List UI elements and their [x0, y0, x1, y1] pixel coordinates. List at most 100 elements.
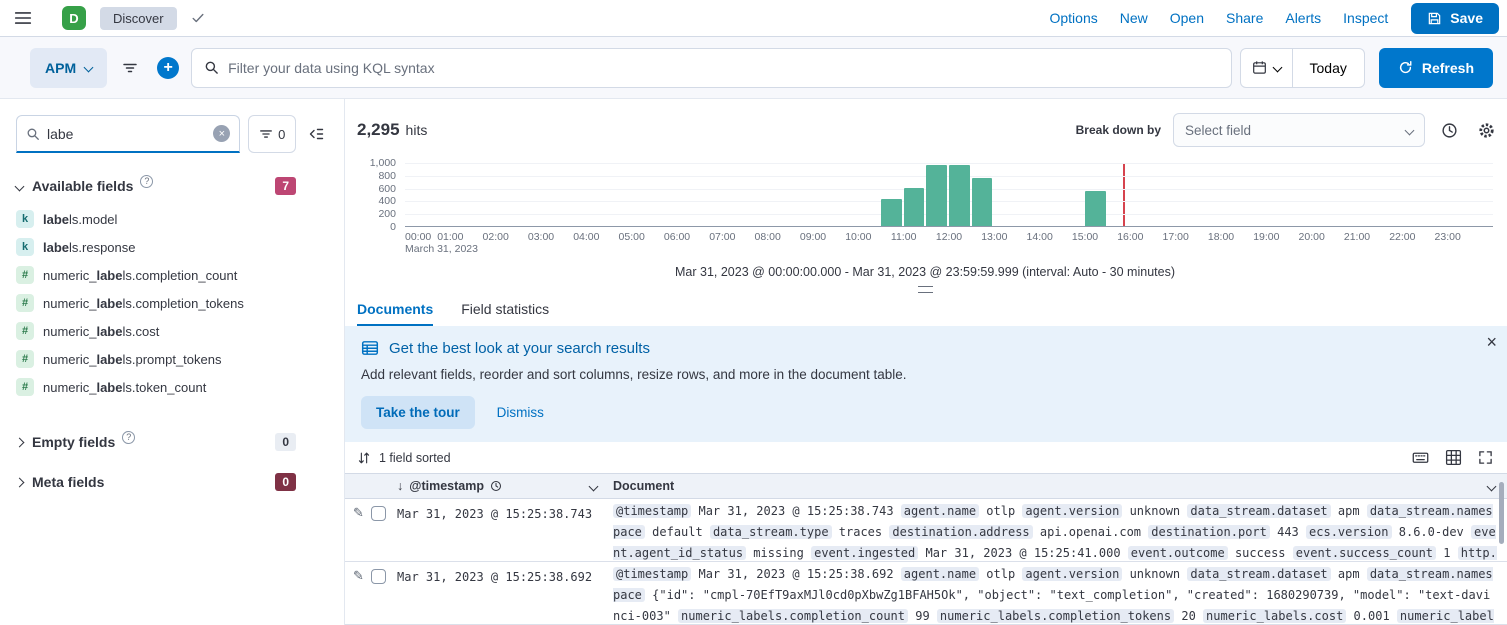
- row-controls: ✎: [345, 499, 397, 561]
- field-item-prompt-tokens[interactable]: # numeric_labels.prompt_tokens: [16, 345, 328, 373]
- field-item-completion-tokens[interactable]: # numeric_labels.completion_tokens: [16, 289, 328, 317]
- add-filter-button[interactable]: +: [153, 48, 183, 88]
- number-field-icon: #: [16, 294, 34, 312]
- filter-lines-icon: [122, 60, 138, 76]
- field-name-chip: @timestamp: [613, 504, 691, 518]
- histogram-plot[interactable]: [405, 163, 1493, 227]
- chart-history-button[interactable]: [1437, 118, 1462, 143]
- timestamp-column-header[interactable]: ↓ @timestamp: [397, 479, 605, 493]
- date-range-button[interactable]: Today: [1293, 49, 1364, 87]
- refresh-button[interactable]: Refresh: [1379, 48, 1493, 88]
- empty-fields-section[interactable]: Empty fields ? 0: [16, 433, 328, 451]
- field-filters-button[interactable]: 0: [248, 115, 296, 153]
- hamburger-menu-button[interactable]: [8, 0, 38, 38]
- meta-fields-section[interactable]: Meta fields 0: [16, 473, 328, 491]
- number-field-icon: #: [16, 350, 34, 368]
- section-label: Available fields: [32, 178, 133, 194]
- column-actions-chevron-icon[interactable]: [1487, 481, 1497, 491]
- x-axis-tick-label: 07:00: [709, 231, 735, 243]
- breakdown-field-select[interactable]: Select field: [1173, 113, 1425, 147]
- x-axis-tick-label: 10:00: [845, 231, 871, 243]
- row-checkbox[interactable]: [371, 506, 386, 521]
- field-search-input[interactable]: [47, 126, 206, 142]
- nav-link-inspect[interactable]: Inspect: [1343, 10, 1388, 26]
- document-row[interactable]: ✎ Mar 31, 2023 @ 15:25:38.692 @timestamp…: [345, 562, 1507, 625]
- field-item-labels-response[interactable]: k labels.response: [16, 233, 328, 261]
- clear-search-button[interactable]: ×: [213, 125, 230, 142]
- collapse-sidebar-button[interactable]: [304, 122, 328, 146]
- timestamp-cell: Mar 31, 2023 @ 15:25:38.743: [397, 499, 605, 561]
- kql-search-input[interactable]: [228, 60, 1218, 76]
- tab-field-statistics[interactable]: Field statistics: [461, 301, 549, 326]
- histogram-bar[interactable]: [881, 199, 902, 226]
- saved-query-menu-button[interactable]: [115, 48, 145, 88]
- result-tabs: Documents Field statistics: [345, 293, 1507, 326]
- fullscreen-button[interactable]: [1478, 450, 1493, 465]
- field-value: unknown: [1130, 567, 1181, 581]
- empty-fields-count-badge: 0: [275, 433, 296, 451]
- field-value: unknown: [1130, 504, 1181, 518]
- nav-link-options[interactable]: Options: [1049, 10, 1097, 26]
- x-axis-tick-label: 20:00: [1299, 231, 1325, 243]
- field-value: 0.001: [1354, 609, 1390, 623]
- nav-link-open[interactable]: Open: [1170, 10, 1204, 26]
- document-column-header[interactable]: Document: [605, 479, 1507, 493]
- data-view-picker[interactable]: APM: [30, 48, 107, 88]
- hits-label: hits: [406, 122, 428, 138]
- field-name-chip: data_stream.dataset: [1187, 567, 1330, 581]
- collapse-panel-icon: [308, 126, 324, 142]
- breakdown-controls: Break down by Select field: [1076, 113, 1499, 147]
- field-name: numeric_labels.token_count: [43, 380, 206, 395]
- keyboard-shortcuts-button[interactable]: [1412, 449, 1429, 466]
- nav-link-share[interactable]: Share: [1226, 10, 1263, 26]
- expand-document-icon[interactable]: ✎: [353, 506, 364, 519]
- chart-time-range-caption: Mar 31, 2023 @ 00:00:00.000 - Mar 31, 20…: [357, 265, 1493, 279]
- nav-link-new[interactable]: New: [1120, 10, 1148, 26]
- field-name: labels.model: [43, 212, 117, 227]
- fields-sidebar: × 0 Available fields ? 7 k labels.model …: [0, 99, 345, 625]
- field-value: success: [1235, 546, 1286, 560]
- timestamp-cell: Mar 31, 2023 @ 15:25:38.692: [397, 562, 605, 624]
- histogram-bar[interactable]: [972, 178, 993, 226]
- space-avatar[interactable]: D: [62, 6, 86, 30]
- close-icon[interactable]: ×: [1486, 333, 1497, 351]
- histogram-bar[interactable]: [1085, 191, 1106, 226]
- available-fields-section[interactable]: Available fields ? 7: [16, 177, 328, 195]
- y-axis-tick-label: 1,000: [370, 157, 396, 169]
- field-item-completion-count[interactable]: # numeric_labels.completion_count: [16, 261, 328, 289]
- breadcrumb-discover[interactable]: Discover: [100, 7, 177, 30]
- field-value: otlp: [986, 504, 1015, 518]
- column-actions-chevron-icon[interactable]: [589, 481, 599, 491]
- take-tour-button[interactable]: Take the tour: [361, 396, 475, 429]
- field-value: 20: [1181, 609, 1195, 623]
- field-item-token-count[interactable]: # numeric_labels.token_count: [16, 373, 328, 401]
- tab-documents[interactable]: Documents: [357, 301, 433, 326]
- date-quick-select-button[interactable]: [1241, 49, 1293, 87]
- histogram-bar[interactable]: [904, 188, 925, 226]
- chart-resize-handle[interactable]: [918, 286, 933, 293]
- field-name: numeric_labels.prompt_tokens: [43, 352, 221, 367]
- field-item-labels-model[interactable]: k labels.model: [16, 205, 328, 233]
- document-row[interactable]: ✎ Mar 31, 2023 @ 15:25:38.743 @timestamp…: [345, 499, 1507, 562]
- chevron-right-icon: [15, 437, 25, 447]
- field-name-chip: event.success_count: [1293, 546, 1436, 560]
- info-icon[interactable]: ?: [140, 175, 153, 188]
- chart-options-button[interactable]: [1474, 118, 1499, 143]
- field-value: 1: [1443, 546, 1450, 560]
- save-button[interactable]: Save: [1411, 3, 1499, 34]
- dismiss-button[interactable]: Dismiss: [497, 405, 544, 420]
- info-icon[interactable]: ?: [122, 431, 135, 444]
- histogram-bar[interactable]: [949, 165, 970, 226]
- display-options-button[interactable]: [1445, 449, 1462, 466]
- clock-icon: [490, 480, 502, 492]
- field-item-cost[interactable]: # numeric_labels.cost: [16, 317, 328, 345]
- vertical-scrollbar[interactable]: [1499, 482, 1504, 544]
- callout-title: Get the best look at your search results: [389, 340, 650, 357]
- nav-link-alerts[interactable]: Alerts: [1285, 10, 1321, 26]
- histogram-chart: 02004006008001,000 March 31, 2023 00:000…: [357, 163, 1493, 293]
- row-checkbox[interactable]: [371, 569, 386, 584]
- expand-document-icon[interactable]: ✎: [353, 569, 364, 582]
- section-label: Meta fields: [32, 474, 104, 490]
- sorted-fields-button[interactable]: 1 field sorted: [379, 451, 451, 465]
- histogram-bar[interactable]: [926, 165, 947, 226]
